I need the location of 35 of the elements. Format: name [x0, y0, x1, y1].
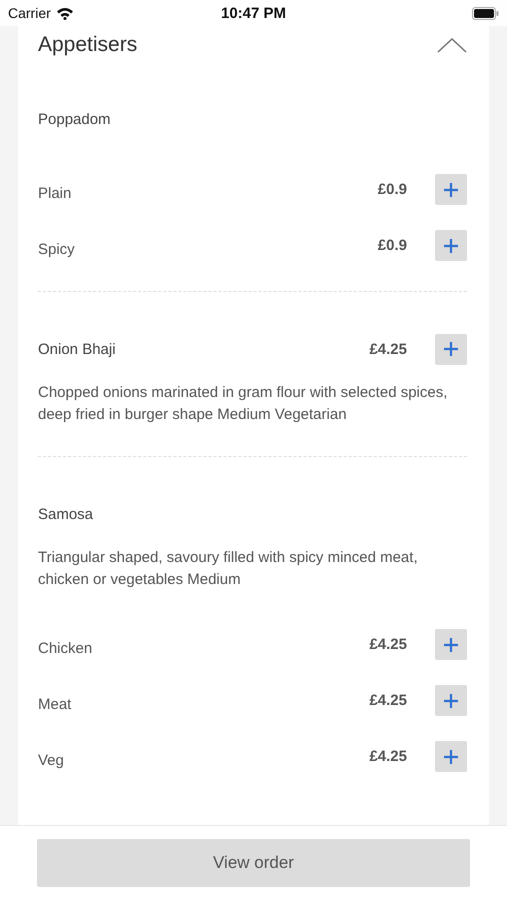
- item-name: Samosa: [38, 506, 94, 522]
- plus-icon: [444, 342, 458, 356]
- plus-icon: [444, 694, 458, 708]
- option-name: Veg: [38, 751, 65, 769]
- add-button[interactable]: [435, 685, 467, 716]
- plus-icon: [444, 638, 458, 652]
- view-order-button[interactable]: View order: [37, 839, 470, 887]
- plus-icon: [444, 182, 458, 196]
- option-name: Spicy: [38, 240, 76, 258]
- option-name: Chicken: [38, 639, 94, 657]
- item-description: Chopped onions marinated in gram flour with selected spices, deep fried in burger shape Medium Vegetarian: [38, 383, 448, 425]
- option-name: Plain: [38, 184, 72, 202]
- item-name: Poppadom: [38, 110, 112, 128]
- option-price: £4.25: [369, 636, 407, 653]
- item-name: Onion Bhaji: [38, 340, 117, 358]
- add-button[interactable]: [435, 629, 467, 660]
- carrier-label: Carrier: [8, 5, 51, 21]
- add-button[interactable]: [435, 741, 467, 772]
- item-price: £4.25: [369, 340, 407, 358]
- plus-icon: [444, 238, 458, 252]
- option-price: £4.25: [369, 748, 407, 765]
- add-button[interactable]: [435, 230, 467, 261]
- option-price: £0.9: [378, 237, 407, 254]
- battery-icon: [472, 6, 499, 20]
- add-button[interactable]: [435, 334, 467, 364]
- option-price: £0.9: [378, 181, 407, 198]
- status-time: 10:47 PM: [220, 4, 286, 22]
- chevron-icon[interactable]: [437, 37, 467, 53]
- option-price: £4.25: [369, 692, 407, 709]
- section-title: Appetisers: [38, 33, 138, 57]
- wifi-icon: [56, 6, 74, 20]
- plus-icon: [444, 750, 458, 764]
- item-description: Triangular shaped, savoury filled with spicy minced meat, chicken or vegetables Medium: [38, 548, 419, 590]
- option-name: Meat: [38, 695, 72, 713]
- add-button[interactable]: [435, 174, 467, 205]
